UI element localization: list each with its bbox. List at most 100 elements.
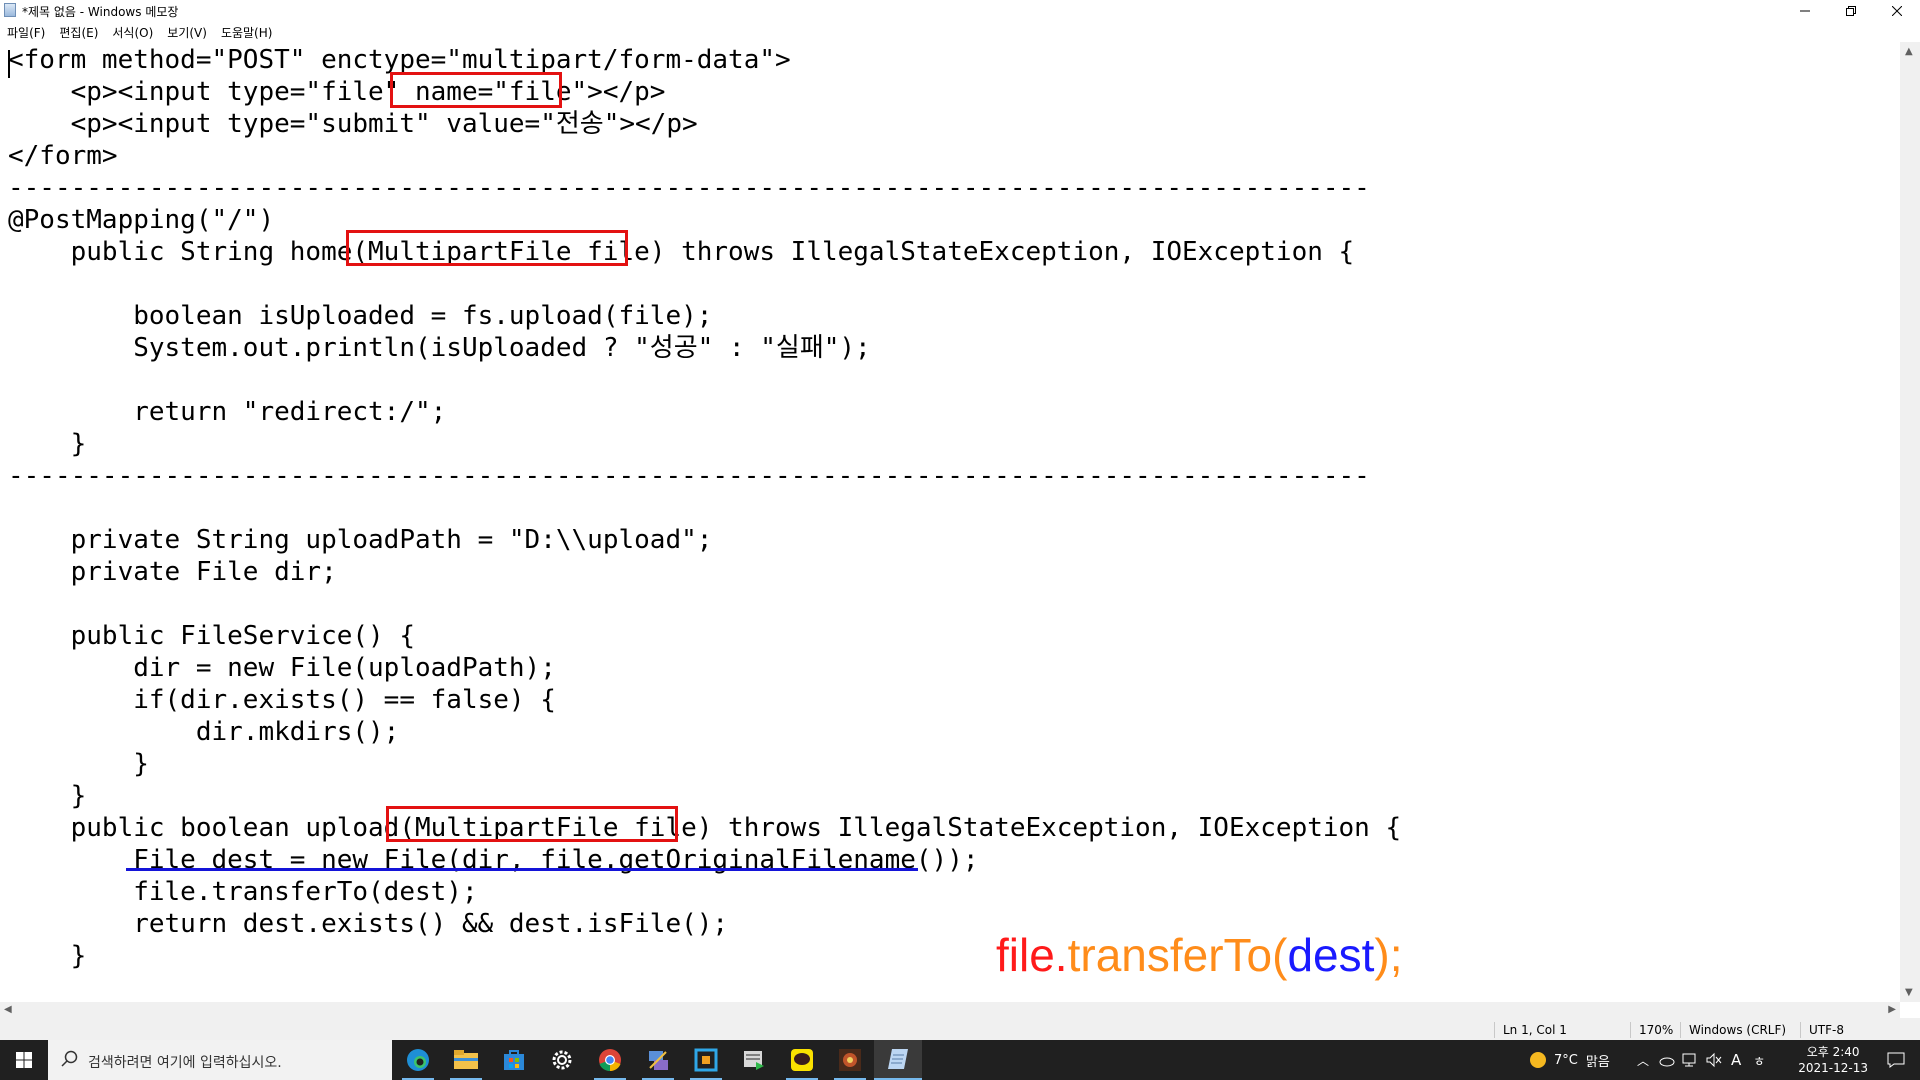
kakaotalk-icon [791,1049,813,1071]
notification-icon [1887,1052,1905,1068]
menu-bar: 파일(F) 편집(E) 서식(O) 보기(V) 도움말(H) [0,22,1920,42]
taskbar: 검색하려면 여기에 입력하십시오. 7°C 맑음 ︿ A ㅎ 오후 2:40 2… [0,1040,1920,1080]
code-line: public String home(MultipartFile file) t… [8,237,1355,267]
menu-view[interactable]: 보기(V) [160,22,214,42]
status-bar: Ln 1, Col 1 170% Windows (CRLF) UTF-8 [0,1018,1920,1040]
taskbar-search[interactable]: 검색하려면 여기에 입력하십시오. [48,1040,392,1080]
chevron-up-icon[interactable]: ︿ [1637,1052,1649,1069]
text-editor-area[interactable]: <form method="POST" enctype="multipart/f… [0,42,1900,1002]
taskbar-clock[interactable]: 오후 2:40 2021-12-13 [1798,1044,1868,1076]
scroll-left-icon[interactable]: ◀ [4,1004,12,1015]
minimize-button[interactable] [1782,0,1828,22]
taskbar-app-kakaotalk[interactable] [778,1040,826,1080]
code-line: </form> [8,141,118,171]
close-icon [1892,6,1902,16]
close-button[interactable] [1874,0,1920,22]
code-line: public FileService() { [8,621,415,651]
code-line: public boolean upload(MultipartFile file… [8,813,1402,843]
code-line: } [8,749,149,779]
code-line: <form method="POST" enctype="multipart/f… [8,45,791,75]
window-title: *제목 없음 - Windows 메모장 [22,5,179,19]
annotation-part: transferTo( [1067,929,1288,981]
taskbar-app-explorer[interactable] [442,1040,490,1080]
horizontal-scrollbar[interactable]: ◀ ▶ [0,1002,1900,1018]
taskbar-app-notepad[interactable] [874,1040,922,1080]
weather-desc: 맑음 [1585,1054,1610,1070]
restore-button[interactable] [1828,0,1874,22]
code-line: } [8,781,87,811]
onedrive-icon[interactable] [1659,1052,1675,1068]
highlight-box-home-param [346,230,628,266]
code-line: } [8,429,87,459]
code-line: dir.mkdirs(); [8,717,400,747]
zoom-level: 170% [1630,1022,1679,1038]
code-line: dir = new File(uploadPath); [8,653,556,683]
sun-icon [1530,1052,1546,1068]
code-line: return "redirect:/"; [8,397,447,427]
file-explorer-icon [454,1050,478,1069]
text-caret [8,50,10,78]
store-icon [504,1050,524,1070]
highlight-box-upload-param [386,806,678,842]
taskbar-app-settings[interactable] [538,1040,586,1080]
vertical-scrollbar[interactable]: ▲ ▼ [1900,42,1920,1002]
network-icon[interactable] [1681,1052,1699,1068]
menu-edit[interactable]: 편집(E) [52,22,105,42]
code-line: private String uploadPath = "D:\\upload"… [8,525,713,555]
line-ending: Windows (CRLF) [1680,1022,1799,1038]
annotation-part: dest [1287,929,1375,981]
taskbar-app-chrome[interactable] [586,1040,634,1080]
notepad-icon [888,1049,908,1069]
code-line: @PostMapping("/") [8,205,275,235]
code-line: System.out.println(isUploaded ? "성공" : "… [8,333,871,363]
code-line: <p><input type="submit" value="전송"></p> [8,109,698,139]
taskbar-app-edge[interactable] [394,1040,442,1080]
menu-file[interactable]: 파일(F) [0,22,52,42]
scroll-up-icon[interactable]: ▲ [1905,46,1913,57]
code-line: File dest = new File(dir, file.getOrigin… [8,845,979,875]
weather-widget[interactable]: 7°C 맑음 [1528,1040,1610,1080]
clock-time: 오후 2:40 [1806,1045,1860,1059]
highlight-box-name-attr [390,72,562,108]
ime-hangul-indicator[interactable]: ㅎ [1753,1051,1765,1070]
tray-icons: ︿ A ㅎ [1637,1040,1765,1080]
start-button[interactable] [0,1040,48,1080]
cursor-position: Ln 1, Col 1 [1494,1022,1633,1038]
notepad-app-icon [4,3,16,17]
taskbar-app-media[interactable] [730,1040,778,1080]
ime-mode-indicator[interactable]: A [1731,1051,1741,1069]
game-icon [839,1049,861,1071]
scroll-right-icon[interactable]: ▶ [1888,1004,1896,1015]
settings-icon [552,1050,572,1070]
remote-app-icon [694,1048,718,1072]
windows-logo-icon [16,1052,32,1068]
handwritten-annotation: file.transferTo(dest); [996,928,1403,982]
volume-muted-icon[interactable] [1705,1052,1723,1068]
taskbar-app-remote[interactable] [682,1040,730,1080]
menu-format[interactable]: 서식(O) [105,22,160,42]
clock-date: 2021-12-13 [1798,1061,1868,1075]
edge-icon [407,1049,429,1071]
network-tool-icon [649,1051,668,1070]
title-bar: *제목 없음 - Windows 메모장 [0,0,1920,22]
annotation-part: file. [996,929,1068,981]
code-line: private File dir; [8,557,337,587]
scroll-down-icon[interactable]: ▼ [1905,987,1913,998]
code-line: <p><input type="file" name="file"></p> [8,77,666,107]
restore-icon [1846,6,1856,16]
taskbar-app-network-tool[interactable] [634,1040,682,1080]
media-player-icon [744,1051,764,1070]
underline-new-file [126,868,918,871]
search-placeholder: 검색하려면 여기에 입력하십시오. [88,1055,282,1071]
separator-line: ----------------------------------------… [8,173,1370,203]
action-center-button[interactable] [1872,1040,1920,1080]
code-line: file.transferTo(dest); [8,877,478,907]
taskbar-app-store[interactable] [490,1040,538,1080]
annotation-part: ); [1374,929,1403,981]
taskbar-app-game[interactable] [826,1040,874,1080]
search-icon [61,1050,78,1067]
menu-help[interactable]: 도움말(H) [214,22,280,42]
